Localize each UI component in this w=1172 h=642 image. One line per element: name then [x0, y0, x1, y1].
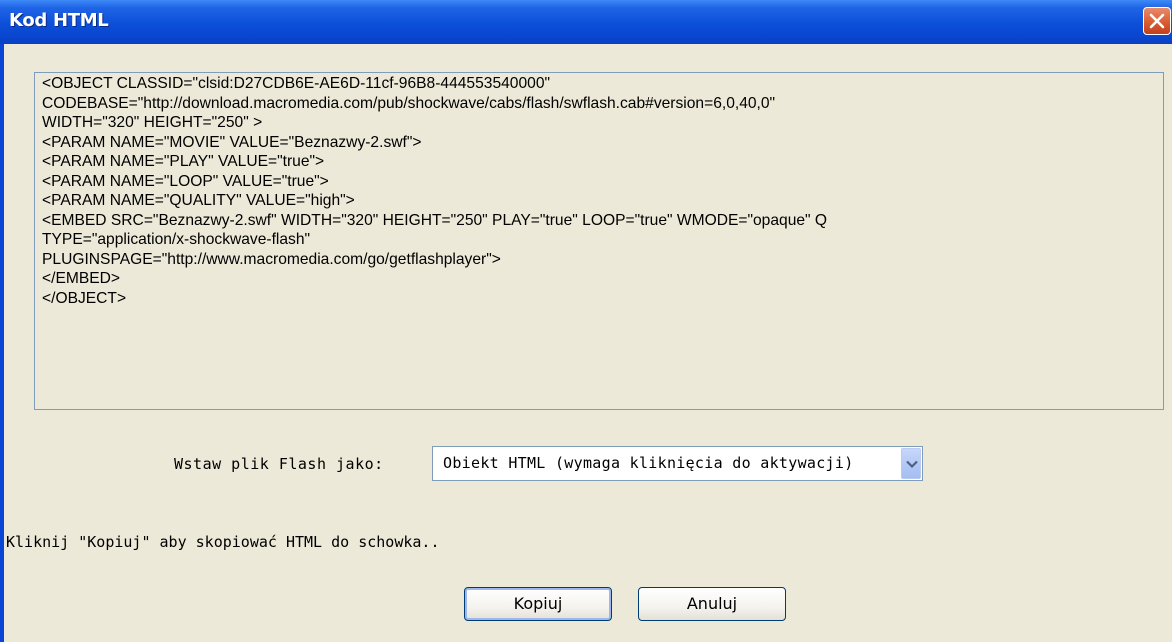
title-bar[interactable]: Kod HTML [0, 0, 1172, 44]
dialog-body: <OBJECT CLASSID="clsid:D27CDB6E-AE6D-11c… [4, 44, 1172, 642]
copy-hint-text: Kliknij "Kopiuj" aby skopiować HTML do s… [6, 533, 440, 551]
insert-flash-as-value: Obiekt HTML (wymaga kliknięcia do aktywa… [443, 454, 854, 472]
chevron-down-icon [906, 460, 918, 469]
html-code-text: <OBJECT CLASSID="clsid:D27CDB6E-AE6D-11c… [42, 75, 828, 307]
close-button[interactable] [1143, 7, 1171, 35]
insert-flash-label: Wstaw plik Flash jako: [174, 455, 384, 473]
html-code-textarea[interactable]: <OBJECT CLASSID="clsid:D27CDB6E-AE6D-11c… [34, 72, 1164, 410]
dropdown-button[interactable] [901, 448, 921, 479]
close-icon [1149, 13, 1165, 29]
dialog-window: Kod HTML <OBJECT CLASSID="clsid:D27CDB6E… [0, 0, 1172, 642]
window-title: Kod HTML [9, 10, 109, 31]
insert-flash-as-select[interactable]: Obiekt HTML (wymaga kliknięcia do aktywa… [432, 446, 923, 481]
cancel-button[interactable]: Anuluj [638, 587, 786, 621]
copy-button[interactable]: Kopiuj [464, 587, 612, 621]
